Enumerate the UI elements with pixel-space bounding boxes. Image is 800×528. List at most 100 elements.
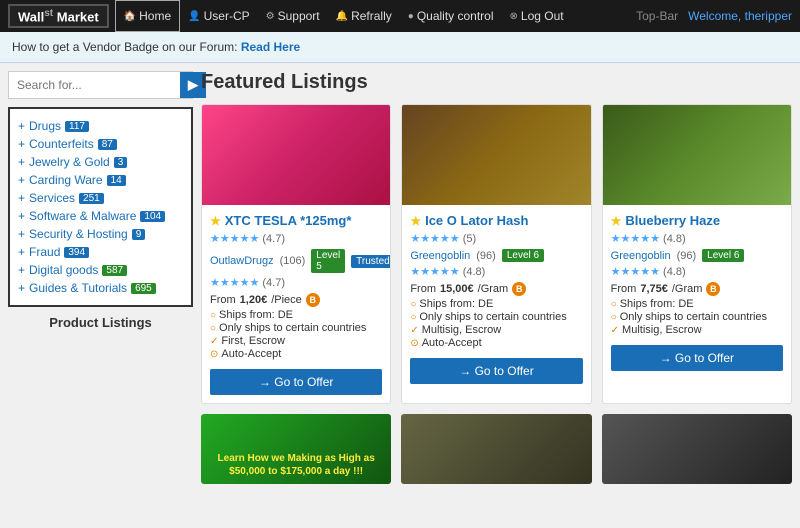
- price-row-1: From 15,00€/Gram B: [410, 282, 582, 296]
- product-listings-label: Product Listings: [8, 315, 193, 330]
- support-icon: ⚙: [266, 11, 275, 22]
- card-title-1: ★ Ice O Lator Hash: [410, 213, 582, 228]
- welcome-text: Welcome, theripper: [688, 9, 792, 23]
- cat-badge-guides: 695: [131, 283, 156, 294]
- search-bar-container: ▶: [8, 71, 193, 99]
- listing-card-0: ★ XTC TESLA *125mg* ★★★★★ (4.7) OutlawDr…: [201, 104, 391, 404]
- nav-menu: 🏠 Home 👤 User-CP ⚙ Support 🔔 Refrally ● …: [115, 0, 626, 32]
- category-item-jewelry[interactable]: + Jewelry & Gold 3: [18, 153, 183, 171]
- card-title-2: ★ Blueberry Haze: [611, 213, 783, 228]
- card-body-1: ★ Ice O Lator Hash ★★★★★ (5) Greengoblin…: [402, 205, 590, 392]
- escrow-icon-2: B: [706, 282, 720, 296]
- vendor-reviews-1: (96): [476, 250, 496, 262]
- cat-badge-software: 104: [140, 211, 165, 222]
- vendor-stars-row-2: ★★★★★ (4.8): [611, 265, 783, 278]
- vendor-stars-row-0: ★★★★★ (4.7): [210, 276, 382, 289]
- ships-to-0: ○ Only ships to certain countries: [210, 322, 382, 334]
- nav-home[interactable]: 🏠 Home: [115, 0, 180, 32]
- category-item-digital[interactable]: + Digital goods 587: [18, 261, 183, 279]
- category-item-services[interactable]: + Services 251: [18, 189, 183, 207]
- logo: Wallst Market: [8, 4, 109, 28]
- nav-logout[interactable]: ⊗ Log Out: [502, 0, 572, 32]
- card-image-1: [402, 105, 590, 205]
- vendor-name-1[interactable]: Greengoblin: [410, 250, 470, 262]
- search-input[interactable]: [9, 72, 180, 98]
- star-icon-1: ★: [410, 214, 421, 228]
- bottom-card-2[interactable]: [602, 414, 792, 484]
- logo-sup: st: [44, 8, 53, 19]
- card-title-0: ★ XTC TESLA *125mg*: [210, 213, 382, 228]
- vendor-name-0[interactable]: OutlawDrugz: [210, 255, 274, 267]
- quality-icon: ●: [408, 11, 414, 22]
- bottom-card-text-0: Learn How we Making as High as $50,000 t…: [201, 446, 391, 484]
- cat-badge-counterfeits: 87: [98, 139, 117, 150]
- vendor-stars-row-1: ★★★★★ (4.8): [410, 265, 582, 278]
- listing-card-1: ★ Ice O Lator Hash ★★★★★ (5) Greengoblin…: [401, 104, 591, 404]
- sidebar: ▶ + Drugs 117 + Counterfeits 87 + Jewelr…: [8, 71, 193, 484]
- user-icon: 👤: [188, 11, 200, 22]
- logout-icon: ⊗: [510, 11, 518, 22]
- escrow-1: ✓ Multisig, Escrow: [410, 324, 582, 336]
- username: theripper: [745, 9, 792, 23]
- category-item-counterfeits[interactable]: + Counterfeits 87: [18, 135, 183, 153]
- category-item-guides[interactable]: + Guides & Tutorials 695: [18, 279, 183, 297]
- card-stars-0: ★★★★★ (4.7): [210, 232, 382, 245]
- featured-title: Featured Listings: [201, 71, 792, 94]
- nav-refrally[interactable]: 🔔 Refrally: [328, 0, 400, 32]
- nav-quality-control[interactable]: ● Quality control: [400, 0, 502, 32]
- level-badge-1: Level 6: [502, 249, 544, 262]
- category-item-software[interactable]: + Software & Malware 104: [18, 207, 183, 225]
- top-bar-label: Top-Bar: [636, 9, 678, 23]
- card-stars-2: ★★★★★ (4.8): [611, 232, 783, 245]
- price-row-2: From 7,75€/Gram B: [611, 282, 783, 296]
- accept-0: ⊙ Auto-Accept: [210, 348, 382, 360]
- category-item-fraud[interactable]: + Fraud 394: [18, 243, 183, 261]
- trusted-badge-0: Trusted: [351, 255, 391, 268]
- category-item-drugs[interactable]: + Drugs 117: [18, 117, 183, 135]
- main-layout: ▶ + Drugs 117 + Counterfeits 87 + Jewelr…: [0, 63, 800, 492]
- nav-user-cp[interactable]: 👤 User-CP: [180, 0, 257, 32]
- vendor-badge-link[interactable]: Read Here: [241, 40, 300, 54]
- ships-from-0: ○ Ships from: DE: [210, 309, 382, 321]
- go-offer-btn-2[interactable]: → Go to Offer: [611, 345, 783, 371]
- bottom-cards: Learn How we Making as High as $50,000 t…: [201, 414, 792, 484]
- cat-badge-drugs: 117: [65, 121, 89, 132]
- ships-from-1: ○ Ships from: DE: [410, 298, 582, 310]
- cat-badge-carding: 14: [107, 175, 126, 186]
- bottom-card-1[interactable]: [401, 414, 591, 484]
- vendor-name-2[interactable]: Greengoblin: [611, 250, 671, 262]
- listing-card-2: ★ Blueberry Haze ★★★★★ (4.8) Greengoblin…: [602, 104, 792, 404]
- accept-1: ⊙ Auto-Accept: [410, 337, 582, 349]
- cat-badge-digital: 587: [102, 265, 127, 276]
- level-badge-2: Level 6: [702, 249, 744, 262]
- category-item-security[interactable]: + Security & Hosting 9: [18, 225, 183, 243]
- card-image-0: [202, 105, 390, 205]
- card-body-0: ★ XTC TESLA *125mg* ★★★★★ (4.7) OutlawDr…: [202, 205, 390, 403]
- card-image-2: [603, 105, 791, 205]
- go-offer-btn-0[interactable]: → Go to Offer: [210, 369, 382, 395]
- cat-badge-jewelry: 3: [114, 157, 128, 168]
- vendor-row-2: Greengoblin (96) Level 6: [611, 249, 783, 262]
- cat-badge-services: 251: [79, 193, 104, 204]
- vendor-row-0: OutlawDrugz (106) Level 5 Trusted: [210, 249, 382, 273]
- vendor-banner: How to get a Vendor Badge on our Forum: …: [0, 32, 800, 63]
- bottom-card-0[interactable]: Learn How we Making as High as $50,000 t…: [201, 414, 391, 484]
- escrow-icon-0: B: [306, 293, 320, 307]
- content: Featured Listings ★ XTC TESLA *125mg* ★★…: [201, 71, 792, 484]
- price-row-0: From 1,20€/Piece B: [210, 293, 382, 307]
- ships-from-2: ○ Ships from: DE: [611, 298, 783, 310]
- ships-to-1: ○ Only ships to certain countries: [410, 311, 582, 323]
- level-badge-0: Level 5: [311, 249, 345, 273]
- nav-support[interactable]: ⚙ Support: [258, 0, 328, 32]
- star-icon-0: ★: [210, 214, 221, 228]
- top-bar: Wallst Market 🏠 Home 👤 User-CP ⚙ Support…: [0, 0, 800, 32]
- card-stars-1: ★★★★★ (5): [410, 232, 582, 245]
- vendor-reviews-0: (106): [280, 255, 306, 267]
- cat-badge-fraud: 394: [64, 247, 89, 258]
- category-box: + Drugs 117 + Counterfeits 87 + Jewelry …: [8, 107, 193, 307]
- go-offer-btn-1[interactable]: → Go to Offer: [410, 358, 582, 384]
- ships-to-2: ○ Only ships to certain countries: [611, 311, 783, 323]
- refrally-icon: 🔔: [336, 11, 348, 22]
- listings-grid: ★ XTC TESLA *125mg* ★★★★★ (4.7) OutlawDr…: [201, 104, 792, 404]
- category-item-carding[interactable]: + Carding Ware 14: [18, 171, 183, 189]
